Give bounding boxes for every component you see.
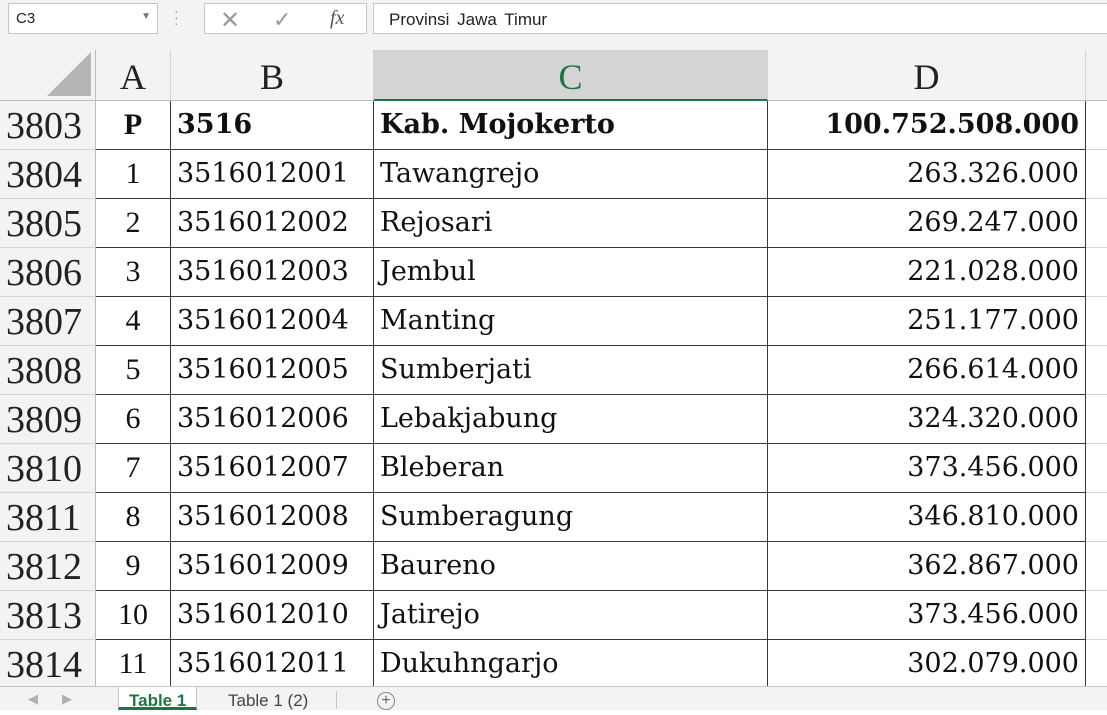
- column-header-a[interactable]: A: [96, 50, 171, 101]
- formula-value: Provinsi Jawa Timur: [389, 10, 548, 29]
- cell-a[interactable]: 1: [96, 150, 171, 199]
- cell-c[interactable]: Jatirejo: [374, 591, 768, 640]
- row-header[interactable]: 3809: [0, 395, 96, 444]
- cell-b[interactable]: 3516012011: [171, 640, 374, 689]
- cell-e[interactable]: [1086, 444, 1107, 493]
- insert-function-icon[interactable]: fx: [330, 7, 344, 30]
- cell-e[interactable]: [1086, 248, 1107, 297]
- row-header[interactable]: 3811: [0, 493, 96, 542]
- cell-a[interactable]: 7: [96, 444, 171, 493]
- cell-a[interactable]: 9: [96, 542, 171, 591]
- cell-e[interactable]: [1086, 346, 1107, 395]
- row-header[interactable]: 3814: [0, 640, 96, 689]
- enter-icon[interactable]: ✓: [273, 7, 291, 33]
- cell-e[interactable]: [1086, 150, 1107, 199]
- cell-e[interactable]: [1086, 199, 1107, 248]
- select-all-icon: [47, 52, 91, 96]
- name-box-value: C3: [16, 10, 36, 27]
- cell-d[interactable]: 221.028.000: [768, 248, 1086, 297]
- cell-a[interactable]: 6: [96, 395, 171, 444]
- row-header[interactable]: 3804: [0, 150, 96, 199]
- column-header-e[interactable]: [1086, 50, 1107, 101]
- row-header[interactable]: 3807: [0, 297, 96, 346]
- cell-a[interactable]: 4: [96, 297, 171, 346]
- drag-handle-icon[interactable]: · · ·: [174, 4, 179, 30]
- cell-c[interactable]: Baureno: [374, 542, 768, 591]
- cell-d[interactable]: 373.456.000: [768, 591, 1086, 640]
- cell-a[interactable]: 8: [96, 493, 171, 542]
- cell-d[interactable]: 324.320.000: [768, 395, 1086, 444]
- formula-buttons: ✕ ✓ fx: [204, 3, 367, 34]
- row-header[interactable]: 3803: [0, 101, 96, 150]
- cell-c[interactable]: Sumberjati: [374, 346, 768, 395]
- cell-e[interactable]: [1086, 101, 1107, 150]
- cell-d[interactable]: 251.177.000: [768, 297, 1086, 346]
- cell-d[interactable]: 373.456.000: [768, 444, 1086, 493]
- chevron-down-icon[interactable]: ▼: [141, 11, 151, 22]
- cell-c[interactable]: Lebakjabung: [374, 395, 768, 444]
- row-header[interactable]: 3813: [0, 591, 96, 640]
- formula-bar: C3 ▼ · · · ✕ ✓ fx Provinsi Jawa Timur: [0, 0, 1107, 50]
- cell-a[interactable]: P: [96, 101, 171, 150]
- scroll-left-icon[interactable]: ◀: [28, 691, 38, 707]
- select-all-button[interactable]: [0, 50, 96, 101]
- cell-e[interactable]: [1086, 542, 1107, 591]
- cell-a[interactable]: 5: [96, 346, 171, 395]
- cell-a[interactable]: 3: [96, 248, 171, 297]
- cell-a[interactable]: 11: [96, 640, 171, 689]
- cell-d[interactable]: 100.752.508.000: [768, 101, 1086, 150]
- cell-b[interactable]: 3516012001: [171, 150, 374, 199]
- cell-b[interactable]: 3516012010: [171, 591, 374, 640]
- cell-b[interactable]: 3516012008: [171, 493, 374, 542]
- cell-c[interactable]: Sumberagung: [374, 493, 768, 542]
- cell-a[interactable]: 2: [96, 199, 171, 248]
- sheet-tab-table-1-2[interactable]: Table 1 (2): [218, 687, 318, 710]
- cell-c[interactable]: Tawangrejo: [374, 150, 768, 199]
- cell-c[interactable]: Jembul: [374, 248, 768, 297]
- column-header-d[interactable]: D: [768, 50, 1086, 101]
- cell-d[interactable]: 362.867.000: [768, 542, 1086, 591]
- column-header-c[interactable]: C: [374, 50, 768, 101]
- add-sheet-icon[interactable]: +: [377, 692, 395, 710]
- cell-c[interactable]: Kab. Mojokerto: [374, 101, 768, 150]
- cell-b[interactable]: 3516012007: [171, 444, 374, 493]
- cell-d[interactable]: 346.810.000: [768, 493, 1086, 542]
- scroll-right-icon[interactable]: ▶: [62, 691, 72, 707]
- cell-e[interactable]: [1086, 591, 1107, 640]
- cell-b[interactable]: 3516012003: [171, 248, 374, 297]
- cell-c[interactable]: Manting: [374, 297, 768, 346]
- cancel-icon[interactable]: ✕: [220, 6, 240, 35]
- cell-c[interactable]: Dukuhngarjo: [374, 640, 768, 689]
- column-header-b[interactable]: B: [171, 50, 374, 101]
- sheet-tabs-bar: ◀ ▶ Table 1 Table 1 (2) +: [0, 686, 1107, 710]
- cell-e[interactable]: [1086, 640, 1107, 689]
- row-header[interactable]: 3810: [0, 444, 96, 493]
- row-header[interactable]: 3806: [0, 248, 96, 297]
- cell-d[interactable]: 302.079.000: [768, 640, 1086, 689]
- name-box[interactable]: C3 ▼: [8, 3, 158, 34]
- cell-d[interactable]: 266.614.000: [768, 346, 1086, 395]
- cell-b[interactable]: 3516012004: [171, 297, 374, 346]
- formula-input[interactable]: Provinsi Jawa Timur: [373, 3, 1107, 34]
- cell-c[interactable]: Bleberan: [374, 444, 768, 493]
- cell-c[interactable]: Rejosari: [374, 199, 768, 248]
- cell-b[interactable]: 3516012009: [171, 542, 374, 591]
- cell-d[interactable]: 269.247.000: [768, 199, 1086, 248]
- cell-d[interactable]: 263.326.000: [768, 150, 1086, 199]
- row-header[interactable]: 3805: [0, 199, 96, 248]
- cell-e[interactable]: [1086, 297, 1107, 346]
- row-header[interactable]: 3808: [0, 346, 96, 395]
- cell-b[interactable]: 3516012005: [171, 346, 374, 395]
- sheet-tab-table-1[interactable]: Table 1: [118, 687, 198, 710]
- row-header[interactable]: 3812: [0, 542, 96, 591]
- cell-b[interactable]: 3516012006: [171, 395, 374, 444]
- tab-divider: [336, 691, 337, 709]
- cell-b[interactable]: 3516012002: [171, 199, 374, 248]
- cell-e[interactable]: [1086, 493, 1107, 542]
- cell-b[interactable]: 3516: [171, 101, 374, 150]
- cell-a[interactable]: 10: [96, 591, 171, 640]
- cell-e[interactable]: [1086, 395, 1107, 444]
